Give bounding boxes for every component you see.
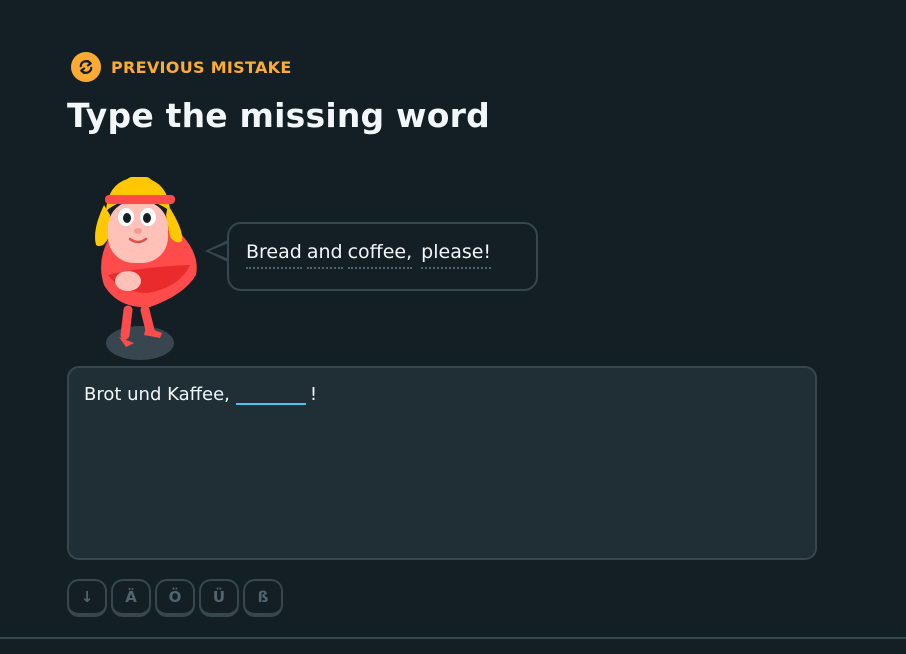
exercise-sentence: Brot und Kaffee, ! xyxy=(84,381,800,405)
key-eszett[interactable]: ß xyxy=(243,579,283,617)
special-characters-keyboard: ↓ Ä Ö Ü ß xyxy=(67,579,283,617)
repeat-icon xyxy=(71,52,101,82)
missing-word-input[interactable] xyxy=(235,381,306,405)
bubble-word[interactable]: and xyxy=(306,241,343,269)
bubble-word[interactable]: coffee, xyxy=(347,241,413,269)
character-illustration xyxy=(88,175,208,365)
previous-mistake-badge: PREVIOUS MISTAKE xyxy=(71,52,292,82)
footer-divider xyxy=(0,637,906,639)
bubble-word[interactable]: please! xyxy=(421,241,492,269)
speech-bubble: Bread and coffee, please! xyxy=(227,222,538,291)
bubble-word[interactable]: Bread xyxy=(246,241,302,269)
page-title: Type the missing word xyxy=(67,96,490,135)
sentence-prefix: Brot und Kaffee, xyxy=(84,384,230,405)
key-a-umlaut[interactable]: Ä xyxy=(111,579,151,617)
key-u-umlaut[interactable]: Ü xyxy=(199,579,239,617)
collapse-keyboard-key[interactable]: ↓ xyxy=(67,579,107,617)
answer-panel: Brot und Kaffee, ! xyxy=(67,366,817,560)
sentence-suffix: ! xyxy=(309,384,318,405)
badge-label: PREVIOUS MISTAKE xyxy=(111,57,292,77)
key-o-umlaut[interactable]: Ö xyxy=(155,579,195,617)
